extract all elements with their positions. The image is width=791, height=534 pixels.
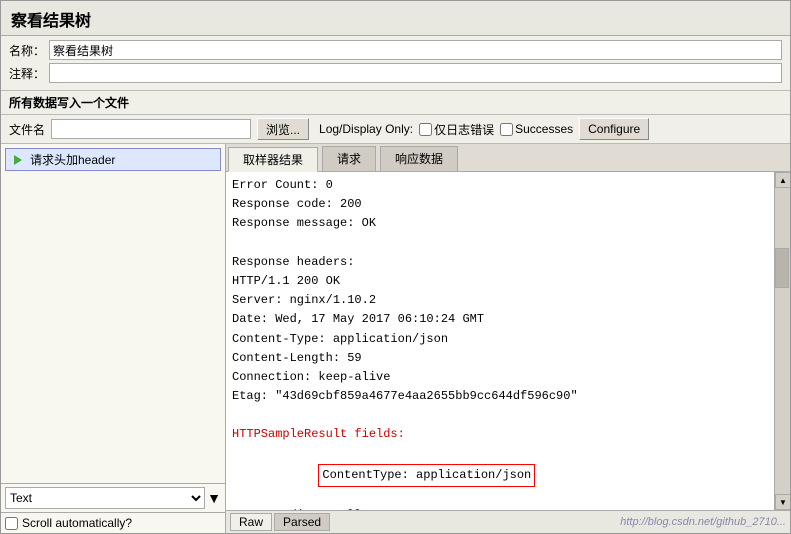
text-content[interactable]: Error Count: 0 Response code: 200 Respon… bbox=[226, 172, 774, 510]
left-bottom: Text ▼ bbox=[1, 483, 225, 512]
bottom-bar: Raw Parsed http://blog.csdn.net/github_2… bbox=[226, 510, 790, 533]
watermark: http://blog.csdn.net/github_2710... bbox=[620, 516, 786, 528]
line-etag: Etag: "43d69cbf859a4677e4aa2655bb9cc644d… bbox=[232, 387, 768, 406]
line-response-code: Response code: 200 bbox=[232, 195, 768, 214]
scroll-checkbox-row: Scroll automatically? bbox=[1, 512, 225, 533]
line-connection: Connection: keep-alive bbox=[232, 368, 768, 387]
line-server: Server: nginx/1.10.2 bbox=[232, 291, 768, 310]
text-select[interactable]: Text bbox=[5, 487, 205, 509]
comment-label: 注释： bbox=[9, 65, 45, 82]
tab-request[interactable]: 请求 bbox=[322, 146, 376, 171]
scroll-checkbox[interactable] bbox=[5, 517, 18, 530]
scroll-thumb[interactable] bbox=[775, 248, 789, 288]
line-content-type-value: ContentType: application/json bbox=[232, 445, 768, 507]
scroll-down-button[interactable]: ▼ bbox=[775, 494, 790, 510]
page-title: 察看结果树 bbox=[11, 13, 91, 30]
tree-item-icon bbox=[10, 152, 26, 168]
name-label: 名称： bbox=[9, 42, 45, 59]
line-response-headers: Response headers: bbox=[232, 253, 768, 272]
line-content-type: Content-Type: application/json bbox=[232, 330, 768, 349]
tree-item[interactable]: 请求头加header bbox=[5, 148, 221, 171]
line-response-message: Response message: OK bbox=[232, 214, 768, 233]
file-label: 文件名 bbox=[9, 121, 45, 138]
tab-response-data[interactable]: 响应数据 bbox=[380, 146, 458, 171]
scroll-track bbox=[775, 188, 790, 494]
name-input[interactable] bbox=[49, 40, 782, 60]
triangle-icon bbox=[14, 155, 22, 165]
comment-row: 注释： bbox=[9, 63, 782, 83]
line-blank2 bbox=[232, 406, 768, 425]
line-http-sample-result: HTTPSampleResult fields: bbox=[232, 425, 768, 444]
line-blank1 bbox=[232, 234, 768, 253]
raw-parsed-tabs: Raw Parsed bbox=[230, 513, 330, 531]
title-bar: 察看结果树 bbox=[1, 1, 790, 36]
log-display-label: Log/Display Only: bbox=[319, 122, 413, 136]
scroll-up-button[interactable]: ▲ bbox=[775, 172, 790, 188]
main-window: 察看结果树 名称： 注释： 所有数据写入一个文件 文件名 浏览... Log/D… bbox=[0, 0, 791, 534]
dropdown-arrow-icon[interactable]: ▼ bbox=[207, 490, 221, 506]
line-data-encoding: DataEncoding: null bbox=[232, 506, 768, 510]
successes-label: Successes bbox=[515, 122, 573, 136]
file-row: 文件名 浏览... Log/Display Only: 仅日志错误 Succes… bbox=[1, 115, 790, 144]
line-http11: HTTP/1.1 200 OK bbox=[232, 272, 768, 291]
file-input[interactable] bbox=[51, 119, 251, 139]
raw-tab[interactable]: Raw bbox=[230, 513, 272, 531]
comment-input[interactable] bbox=[49, 63, 782, 83]
errors-label: 仅日志错误 bbox=[434, 121, 494, 138]
file-section-header: 所有数据写入一个文件 bbox=[1, 91, 790, 115]
name-row: 名称： bbox=[9, 40, 782, 60]
configure-button[interactable]: Configure bbox=[579, 118, 649, 140]
form-section: 名称： 注释： bbox=[1, 36, 790, 91]
right-panel: 取样器结果 请求 响应数据 Error Count: 0 Response co… bbox=[226, 144, 790, 533]
tabs-bar: 取样器结果 请求 响应数据 bbox=[226, 144, 790, 172]
successes-checkbox[interactable] bbox=[500, 123, 513, 136]
errors-checkbox-label[interactable]: 仅日志错误 bbox=[419, 121, 494, 138]
tree-item-label: 请求头加header bbox=[30, 151, 115, 168]
scrollbar: ▲ ▼ bbox=[774, 172, 790, 510]
line-date: Date: Wed, 17 May 2017 06:10:24 GMT bbox=[232, 310, 768, 329]
content-area: Error Count: 0 Response code: 200 Respon… bbox=[226, 172, 790, 510]
log-options: Log/Display Only: 仅日志错误 Successes Config… bbox=[319, 118, 649, 140]
parsed-tab[interactable]: Parsed bbox=[274, 513, 330, 531]
line-content-length: Content-Length: 59 bbox=[232, 349, 768, 368]
scroll-label: Scroll automatically? bbox=[22, 516, 132, 530]
tree-area: 请求头加header bbox=[1, 144, 225, 483]
successes-checkbox-label[interactable]: Successes bbox=[500, 122, 573, 136]
left-panel: 请求头加header Text ▼ Scroll automatically? bbox=[1, 144, 226, 533]
line-error-count: Error Count: 0 bbox=[232, 176, 768, 195]
browse-button[interactable]: 浏览... bbox=[257, 118, 309, 140]
tab-sampler-result[interactable]: 取样器结果 bbox=[228, 147, 318, 172]
errors-checkbox[interactable] bbox=[419, 123, 432, 136]
content-type-box: ContentType: application/json bbox=[318, 464, 535, 487]
main-content: 请求头加header Text ▼ Scroll automatically? … bbox=[1, 144, 790, 533]
